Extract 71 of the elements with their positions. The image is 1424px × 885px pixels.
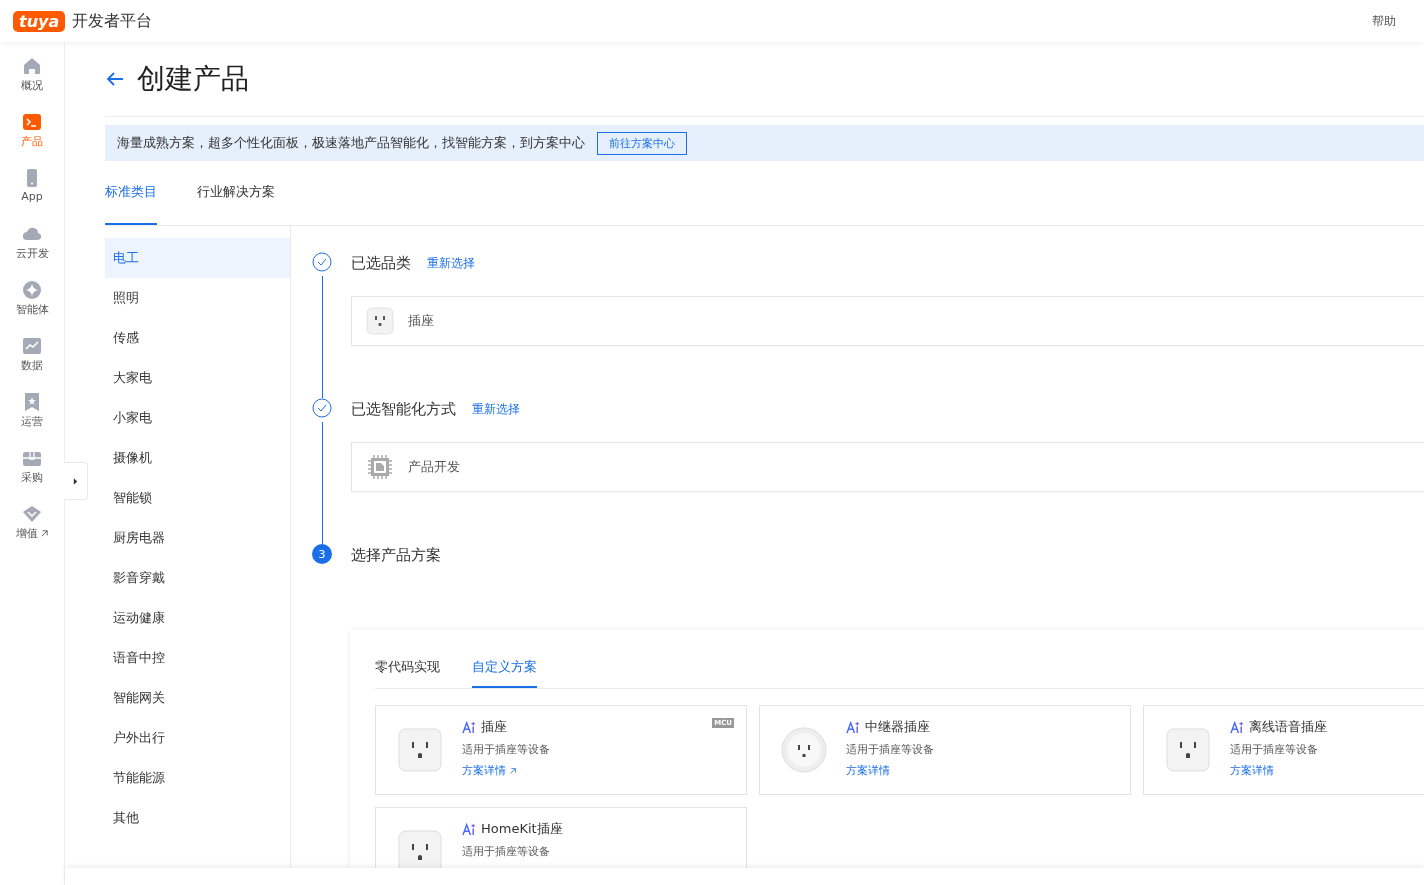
- external-link-icon: [509, 766, 517, 775]
- category-item[interactable]: 传感: [105, 318, 290, 358]
- banner-text: 海量成熟方案，超多个性化面板，极速落地产品智能化，找智能方案，到方案中心: [117, 134, 585, 152]
- solution-name: 插座: [481, 718, 507, 736]
- nav-icon: [22, 336, 42, 356]
- help-link[interactable]: 帮助: [1372, 12, 1396, 30]
- category-item[interactable]: 户外出行: [105, 718, 290, 758]
- nav-item[interactable]: 运营: [21, 392, 43, 448]
- nav-icon: [22, 504, 42, 524]
- solution-details-link[interactable]: 方案详情: [846, 763, 934, 778]
- nav-icon: [22, 56, 42, 76]
- solution-details-link[interactable]: 方案详情: [462, 763, 550, 778]
- ai-icon: [462, 822, 477, 836]
- chip-icon: [366, 453, 394, 481]
- socket-icon: [396, 726, 444, 774]
- choice-label: 产品开发: [408, 458, 460, 476]
- category-item[interactable]: 运动健康: [105, 598, 290, 638]
- nav-item[interactable]: 智能体: [15, 280, 49, 336]
- solution-name: 离线语音插座: [1249, 718, 1327, 736]
- category-item[interactable]: 智能网关: [105, 678, 290, 718]
- solution-center-button[interactable]: 前往方案中心: [597, 131, 687, 155]
- solution-description: 适用于插座等设备: [846, 742, 934, 757]
- round-socket-icon: [780, 726, 828, 774]
- category-item[interactable]: 小家电: [105, 398, 290, 438]
- platform-title: 开发者平台: [72, 10, 153, 32]
- category-item[interactable]: 智能锁: [105, 478, 290, 518]
- solution-tab[interactable]: 零代码实现: [375, 648, 440, 688]
- reselect-link[interactable]: 重新选择: [472, 400, 520, 418]
- solution-details-link[interactable]: 方案详情: [1230, 763, 1327, 778]
- category-item[interactable]: 摄像机: [105, 438, 290, 478]
- solution-card[interactable]: 离线语音插座 适用于插座等设备 方案详情: [1143, 705, 1424, 795]
- ai-icon: [1230, 720, 1245, 734]
- category-item[interactable]: 厨房电器: [105, 518, 290, 558]
- step-title: 已选品类: [351, 253, 411, 273]
- caret-icon: [73, 477, 78, 485]
- nav-item[interactable]: 数据: [21, 336, 43, 392]
- choice-label: 插座: [408, 312, 434, 330]
- solution-tab[interactable]: 自定义方案: [472, 648, 537, 688]
- category-item[interactable]: 语音中控: [105, 638, 290, 678]
- nav-icon: [22, 392, 42, 412]
- step-title: 已选智能化方式: [351, 399, 456, 419]
- category-item[interactable]: 照明: [105, 278, 290, 318]
- socket-icon: [366, 307, 394, 335]
- nav-item[interactable]: 增值: [15, 504, 49, 560]
- nav-item[interactable]: 采购: [21, 448, 43, 504]
- step-number: 3: [312, 544, 332, 564]
- category-item[interactable]: 大家电: [105, 358, 290, 398]
- nav-item[interactable]: App: [21, 168, 43, 224]
- category-item[interactable]: 电工: [105, 238, 290, 278]
- tab[interactable]: 行业解决方案: [197, 161, 275, 225]
- category-item[interactable]: 其他: [105, 798, 290, 838]
- solution-description: 适用于插座等设备: [462, 844, 551, 859]
- page-title: 创建产品: [137, 61, 249, 97]
- category-item[interactable]: 影音穿戴: [105, 558, 290, 598]
- category-item[interactable]: 节能能源: [105, 758, 290, 798]
- nav-item[interactable]: 概况: [21, 56, 43, 112]
- step-title: 选择产品方案: [351, 545, 441, 565]
- ai-icon: [846, 720, 861, 734]
- solution-description: 适用于插座等设备: [462, 742, 550, 757]
- ai-icon: [462, 720, 477, 734]
- solution-name: HomeKit插座: [481, 820, 563, 838]
- solution-name: 中继器插座: [865, 718, 930, 736]
- reselect-link[interactable]: 重新选择: [427, 254, 475, 272]
- external-link-icon: [39, 529, 49, 538]
- nav-item[interactable]: 云开发: [15, 224, 49, 280]
- tab[interactable]: 标准类目: [105, 161, 157, 225]
- socket-icon: [1164, 726, 1212, 774]
- nav-icon: [22, 112, 42, 132]
- solution-description: 适用于插座等设备: [1230, 742, 1319, 757]
- solution-card[interactable]: 中继器插座 适用于插座等设备 方案详情: [759, 705, 1131, 795]
- nav-icon: [22, 280, 42, 300]
